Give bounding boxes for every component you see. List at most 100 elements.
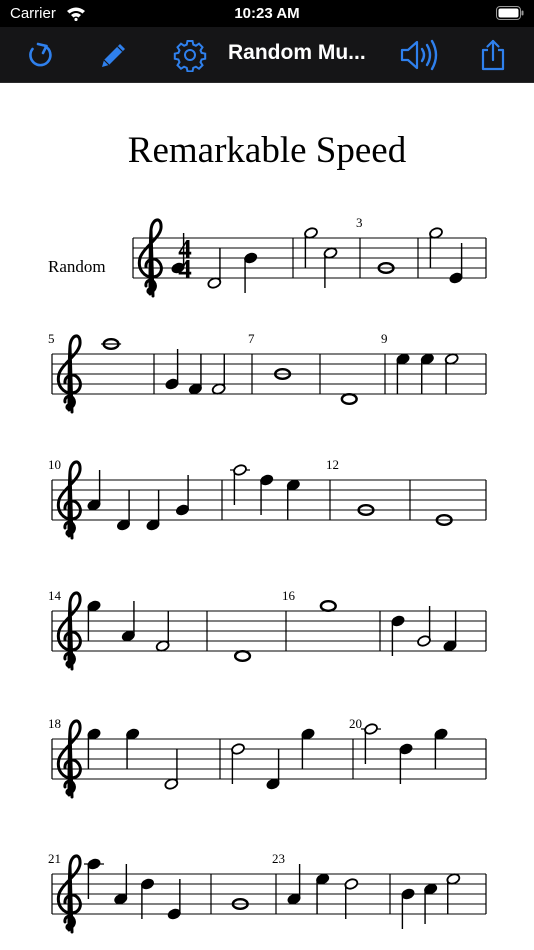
note[interactable] [287,864,302,905]
pencil-icon [102,44,125,67]
edit-button[interactable] [95,36,133,74]
note[interactable] [188,354,203,395]
note[interactable] [396,353,411,394]
note[interactable] [233,650,252,663]
measure-number: 5 [48,331,55,346]
nav-bar: Random Mu... [0,27,534,83]
note[interactable] [443,611,458,652]
note[interactable] [423,883,438,924]
note[interactable] [167,879,182,920]
note[interactable] [87,470,102,511]
page-title: Random Mu... [228,41,366,64]
note[interactable] [391,615,406,656]
note[interactable] [323,247,338,288]
gear-icon [173,40,207,72]
measure [230,464,301,520]
staff-system: 10 12 [48,457,487,540]
measure-number: 23 [272,851,285,866]
note[interactable] [121,601,136,642]
refresh-button[interactable] [21,36,59,74]
staff-system: 21 23 [48,851,487,934]
share-button[interactable] [474,36,512,74]
note[interactable] [315,873,330,914]
note[interactable] [155,611,170,652]
note[interactable] [417,606,432,647]
note[interactable] [87,600,102,641]
note[interactable] [84,858,104,899]
measure [340,393,358,406]
measure [84,858,182,920]
note[interactable] [175,475,190,516]
measure-number: 10 [48,457,61,472]
note[interactable] [420,353,435,394]
measure [165,349,226,395]
note[interactable] [116,490,131,531]
staff-system: 14 16 [48,588,487,671]
measure: 3 [356,215,395,274]
note[interactable] [446,873,461,914]
measure: 7 [248,331,292,381]
note[interactable] [146,490,161,531]
score-title: Remarkable Speed [128,130,407,171]
status-bar: Carrier 10:23 AM [0,0,534,27]
measure [101,338,122,351]
staff-system: 18 20 [48,716,487,799]
measure [87,470,190,531]
measure [233,650,252,663]
measure [87,600,170,652]
note[interactable] [266,749,281,790]
note[interactable] [286,479,301,520]
note[interactable] [140,878,155,919]
score-view[interactable]: Remarkable Speed Random 4 4 3 5 7 9 10 12 14 16 18… [0,83,534,950]
note[interactable] [399,743,414,784]
note[interactable] [211,354,226,395]
measure-number: 7 [248,331,255,346]
note[interactable] [230,464,250,505]
note[interactable] [344,878,359,919]
note[interactable] [301,728,316,769]
note[interactable] [231,743,246,784]
note[interactable] [113,864,128,905]
note[interactable] [101,338,122,351]
note[interactable] [449,243,464,284]
note[interactable] [207,248,222,289]
settings-button[interactable] [171,36,209,74]
note[interactable] [304,227,319,268]
measure-number: 16 [282,588,296,603]
measure-number: 12 [326,457,339,472]
clock-time: 10:23 AM [234,5,300,22]
note[interactable] [87,728,102,769]
note[interactable] [243,252,258,293]
note[interactable] [164,749,179,790]
note[interactable] [429,227,444,268]
staff-system: 5 7 9 [48,331,487,414]
share-icon [481,39,505,71]
note[interactable] [444,353,459,394]
note[interactable] [125,728,140,769]
measure: 20 [349,716,448,784]
staff-system: 443 [132,215,487,298]
measure-number: 3 [356,215,363,230]
measure [429,227,464,284]
note[interactable] [340,393,358,406]
battery-icon [496,6,524,24]
part-name: Random [48,257,106,276]
measure-number: 21 [48,851,61,866]
note[interactable] [319,600,337,613]
note[interactable] [165,349,180,390]
sound-button[interactable] [398,36,442,74]
measure-number: 18 [48,716,61,731]
measure: 16 [282,588,337,613]
measure [304,227,338,288]
sheet-music: Remarkable Speed Random 443 5 7 9 10 12 14 16 18… [48,130,487,934]
note[interactable] [361,723,381,764]
measure-number: 9 [381,331,388,346]
note[interactable] [434,728,449,769]
note[interactable] [259,474,274,515]
measure: 23 [272,851,359,919]
measure [401,873,461,929]
note[interactable] [401,888,416,929]
refresh-icon [29,42,52,67]
speaker-icon [400,39,438,71]
measure-number: 20 [349,716,362,731]
